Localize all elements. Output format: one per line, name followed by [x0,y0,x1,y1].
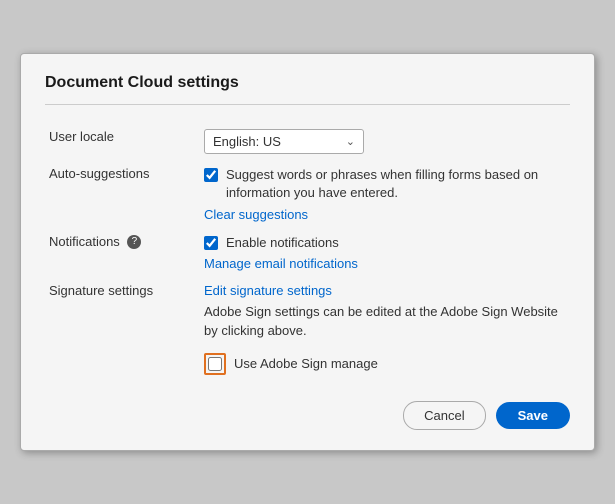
notifications-checkbox-row: Enable notifications [204,234,566,252]
save-button[interactable]: Save [496,402,570,429]
dialog-footer: Cancel Save [45,401,570,430]
auto-suggestions-content: Suggest words or phrases when filling fo… [200,160,570,227]
notifications-label: Notifications ? [45,228,200,277]
info-icon[interactable]: ? [127,235,141,249]
user-locale-row: User locale English: US ⌄ [45,123,570,160]
enable-notifications-checkbox[interactable] [204,236,218,250]
auto-suggestions-checkbox[interactable] [204,168,218,182]
dialog: Document Cloud settings User locale Engl… [20,53,595,451]
settings-table: User locale English: US ⌄ Auto-suggestio… [45,123,570,381]
edit-signature-settings-link[interactable]: Edit signature settings [204,283,566,298]
signature-settings-description: Adobe Sign settings can be edited at the… [204,302,566,341]
adobe-sign-manage-checkbox[interactable] [208,357,222,371]
locale-value: English: US [213,134,281,149]
enable-notifications-label: Enable notifications [226,234,339,252]
cancel-button[interactable]: Cancel [403,401,485,430]
chevron-down-icon: ⌄ [346,135,355,148]
adobe-sign-manage-row: Use Adobe Sign manage [204,353,566,375]
adobe-sign-manage-label: Use Adobe Sign manage [234,356,378,371]
signature-settings-label: Signature settings [45,277,200,381]
adobe-sign-checkbox-container [204,353,226,375]
manage-email-notifications-link[interactable]: Manage email notifications [204,256,566,271]
auto-suggestions-row: Auto-suggestions Suggest words or phrase… [45,160,570,227]
locale-dropdown[interactable]: English: US ⌄ [204,129,364,154]
notifications-content: Enable notifications Manage email notifi… [200,228,570,277]
signature-settings-content: Edit signature settings Adobe Sign setti… [200,277,570,381]
signature-settings-row: Signature settings Edit signature settin… [45,277,570,381]
user-locale-label: User locale [45,123,200,160]
user-locale-content: English: US ⌄ [200,123,570,160]
auto-suggestions-label: Auto-suggestions [45,160,200,227]
auto-suggestions-checkbox-row: Suggest words or phrases when filling fo… [204,166,566,202]
dialog-title: Document Cloud settings [45,74,570,92]
clear-suggestions-link[interactable]: Clear suggestions [204,207,566,222]
divider [45,104,570,105]
auto-suggestions-checkbox-label: Suggest words or phrases when filling fo… [226,166,566,202]
notifications-row: Notifications ? Enable notifications Man… [45,228,570,277]
